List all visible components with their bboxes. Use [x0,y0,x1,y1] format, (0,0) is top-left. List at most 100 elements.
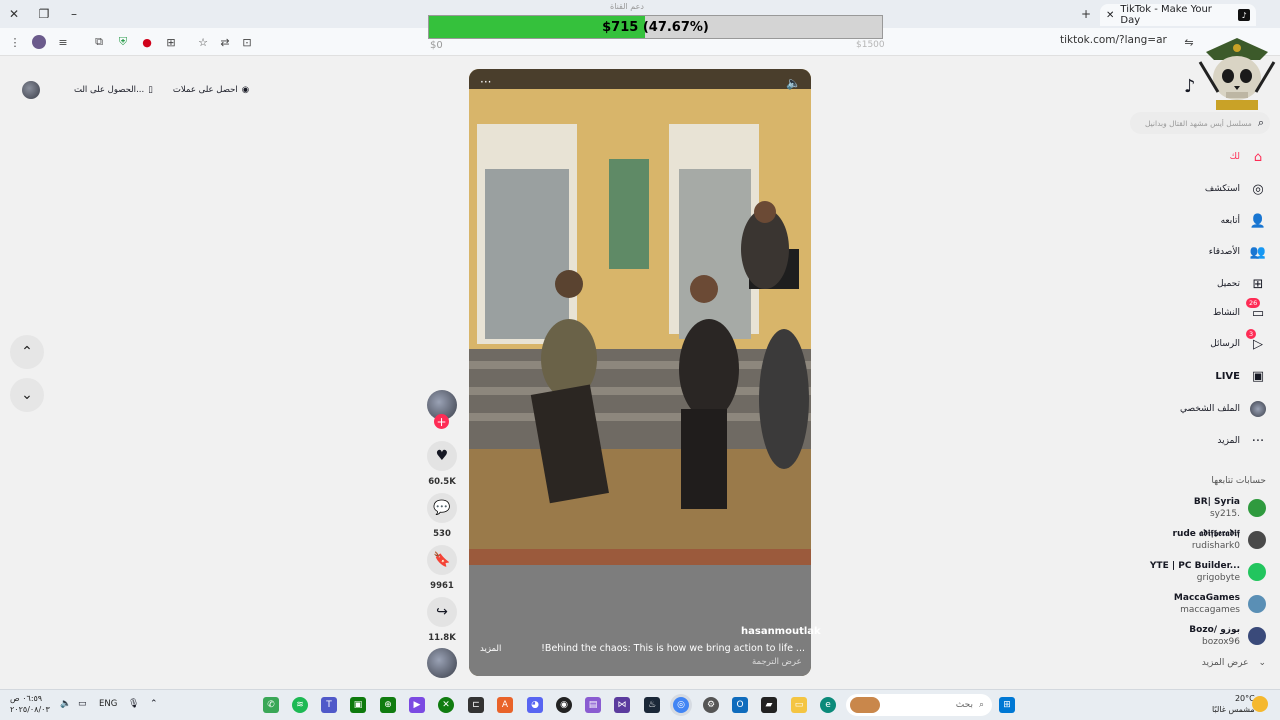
nav-item-live[interactable]: LIVE ▣ [1140,365,1266,387]
site-settings-icon[interactable]: ⇋ [1182,35,1196,49]
nav-item-upload[interactable]: تحميل ⊞ [1140,273,1266,295]
comment-icon[interactable]: 💬 [427,493,457,523]
xbox-taskbar-icon[interactable]: ✕ [438,697,454,713]
video-editor-taskbar-icon[interactable]: ▤ [585,697,601,713]
close-tab-icon[interactable]: ✕ [1106,10,1114,21]
search-bar[interactable]: مسلسل أيس مشهد القتال وبدانيل على ... ⌕ [1130,112,1270,134]
windows-start-icon[interactable]: ⊞ [999,697,1015,713]
volume-icon[interactable]: 🔈 [786,76,801,90]
nav-item-more[interactable]: المزيد ··· [1140,430,1266,452]
video-author[interactable]: hasanmoutlak [741,626,821,637]
menu-dots-icon[interactable]: ⋮ [8,35,22,49]
restore-window-icon[interactable]: ❐ [30,0,58,28]
comment-count: 530 [433,529,451,539]
video-more-options-icon[interactable]: ··· [480,75,491,89]
spotify-taskbar-icon[interactable]: ≋ [292,697,308,713]
weather-temp: 20°C [1234,694,1255,703]
close-window-icon[interactable]: ✕ [0,0,28,28]
shield-extension-icon[interactable]: ⛨ [116,35,130,49]
user-avatar[interactable] [22,81,40,99]
tiktok-logo-icon[interactable]: ♪ [1184,76,1196,97]
video-frame [469,69,811,676]
minimize-window-icon[interactable]: – [60,0,88,28]
taskbar-clock[interactable]: ٠٦:٥٩ ص ٢٠٢٥/٠٨/٠٣ [10,693,50,715]
profile-avatar[interactable] [32,35,46,49]
see-more-label: عرض المزيد [1201,658,1249,668]
caption-more-link[interactable]: المزيد [480,644,501,654]
like-action: ♥ 60.5K [427,441,457,487]
share-icon[interactable]: ↪ [427,597,457,627]
chrome-taskbar-icon[interactable]: ◎ [673,697,689,713]
input-language[interactable]: ENG [99,699,117,709]
capcut-taskbar-icon[interactable]: ⊏ [468,697,484,713]
heart-icon[interactable]: ♥ [427,441,457,471]
search-icon[interactable]: ⌕ [1258,116,1264,130]
opera-extension-icon[interactable]: ● [140,35,154,49]
nav-item-activity[interactable]: النشاط ▭ 26 [1140,298,1266,324]
search-icon: ⌕ [978,700,984,710]
volume-tray-icon[interactable]: 🔈 [60,699,71,709]
terminal-taskbar-icon[interactable]: ▰ [761,697,777,713]
following-account[interactable]: YTE | PC Builder... grigobyte [1120,558,1266,586]
weather-widget[interactable]: 20°C مشمس غالبًا [1212,693,1255,715]
outlook-taskbar-icon[interactable]: O [732,697,748,713]
nav-item-following[interactable]: أتابعه 👤 [1140,210,1267,232]
discord-taskbar-icon[interactable]: ◕ [527,697,543,713]
show-hidden-icons-icon[interactable]: ⌃ [150,699,158,709]
nav-label: أتابعه [1220,216,1240,226]
see-more-link[interactable]: عرض المزيد ⌄ [1160,658,1266,668]
media-taskbar-icon[interactable]: ▶ [409,697,425,713]
following-account[interactable]: Bozo/ بوزو bozox96 [1120,622,1266,650]
artstudio-taskbar-icon[interactable]: A [497,697,513,713]
nav-item-profile[interactable]: الملف الشخصي [1140,398,1266,420]
settings-taskbar-icon[interactable]: ⚙ [703,697,719,713]
account-handle: rudishark0 [1191,541,1240,551]
visual-studio-taskbar-icon[interactable]: ⋈ [614,697,630,713]
get-coins-link[interactable]: احصل على عملات ◉ [173,85,249,95]
teams-taskbar-icon[interactable]: T [321,697,337,713]
nav-item-explore[interactable]: استكشف ◎ [1140,178,1266,200]
follow-plus-icon[interactable]: + [434,414,449,429]
following-account[interactable]: rude 𝖆𝖉𝖎𝖋𝖇𝖊𝖗𝖆𝖉𝖎𝖋 rudishark0 [1120,526,1266,554]
previous-video-button[interactable]: ⌃ [10,335,44,369]
coin-icon: ◉ [241,85,250,95]
nav-item-friends[interactable]: الأصدقاء 👥 [1140,241,1266,263]
steam-taskbar-icon[interactable]: ♨ [644,697,660,713]
nav-item-messages[interactable]: الرسائل ▷ 3 [1140,329,1266,355]
video-caption: !Behind the chaos: This is how we bring … [541,643,805,654]
video-player[interactable] [469,69,811,676]
translate-icon[interactable]: ⇄ [218,35,232,49]
address-bar-url[interactable]: tiktok.com/?lang=ar [1060,34,1167,46]
microphone-tray-icon[interactable]: 🎙 [128,699,139,709]
following-account[interactable]: MaccaGames maccagames [1120,590,1266,618]
clock-time: ٠٦:٥٩ ص [10,694,43,703]
network-tray-icon[interactable]: ▭ [78,699,87,709]
get-app-link[interactable]: الحصول على الت... ▯ [74,85,153,95]
next-video-button[interactable]: ⌄ [10,378,44,412]
account-handle: sy215. [1209,509,1240,519]
nav-label: المزيد [1217,436,1240,446]
search-input[interactable]: مسلسل أيس مشهد القتال وبدانيل على ... [1144,119,1252,128]
following-account[interactable]: BR| Syria sy215. [1120,494,1266,522]
install-app-icon[interactable]: ⊡ [240,35,254,49]
qr-code-icon[interactable]: ⊞ [164,35,178,49]
whatsapp-taskbar-icon[interactable]: ✆ [263,697,279,713]
following-icon: 👤 [1249,213,1267,229]
account-avatar [1248,627,1266,645]
nav-item-for-you[interactable]: لك ⌂ [1140,146,1266,168]
nav-label: لك [1229,152,1240,162]
browser-tab[interactable]: ✕ TikTok - Make Your Day ♪ [1100,4,1256,26]
sound-avatar[interactable] [427,648,457,678]
sun-weather-icon [1252,696,1268,712]
edge-taskbar-icon[interactable]: e [820,697,836,713]
game-bar-taskbar-icon[interactable]: ⊕ [380,697,396,713]
media-control-icon[interactable]: ≡ [56,35,70,49]
extensions-icon[interactable]: ⧉ [92,35,106,49]
bookmark-icon[interactable]: 🔖 [427,545,457,575]
new-tab-icon[interactable]: + [1072,0,1100,28]
xbox-app-taskbar-icon[interactable]: ▣ [350,697,366,713]
obs-taskbar-icon[interactable]: ◉ [556,697,572,713]
file-explorer-taskbar-icon[interactable]: ▭ [791,697,807,713]
see-translation-link[interactable]: عرض الترجمة [752,657,802,667]
bookmark-star-icon[interactable]: ☆ [196,35,210,49]
